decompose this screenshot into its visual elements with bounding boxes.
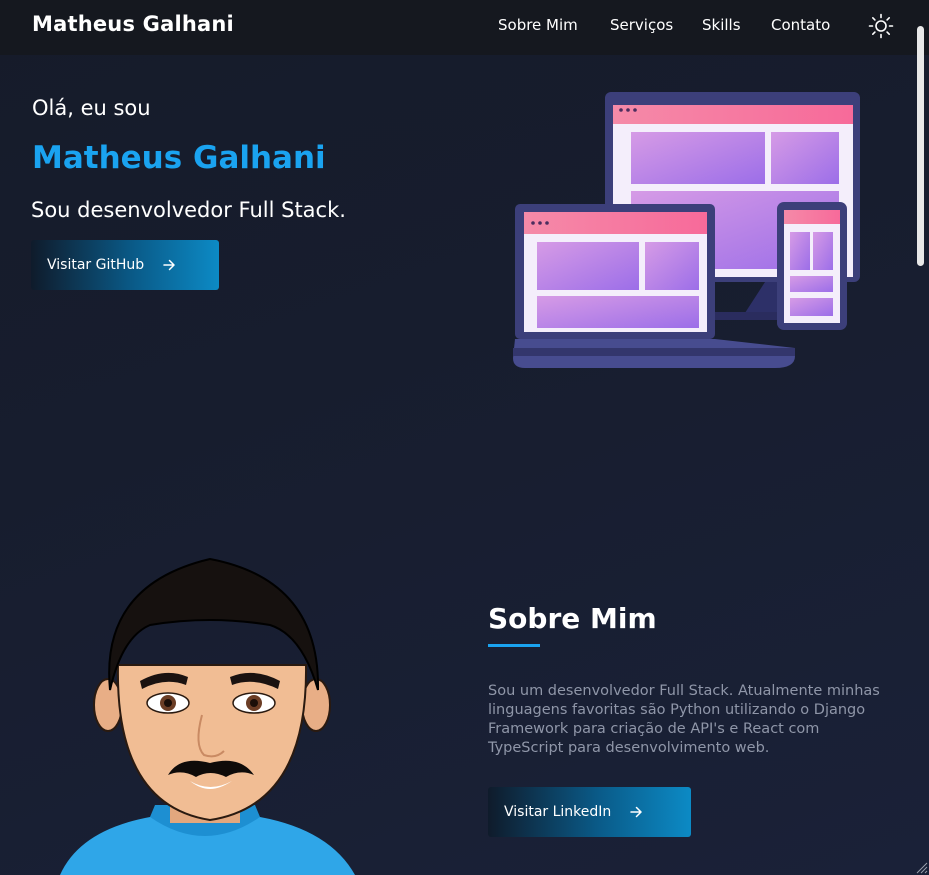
nav-link-skills[interactable]: Skills bbox=[702, 16, 741, 34]
resize-grip-icon[interactable] bbox=[914, 860, 928, 874]
visit-github-button[interactable]: Visitar GitHub bbox=[31, 240, 219, 290]
devices-illustration bbox=[513, 92, 860, 368]
arrow-right-icon bbox=[163, 259, 175, 271]
theme-toggle-button[interactable] bbox=[868, 13, 894, 39]
avatar-illustration bbox=[60, 557, 355, 875]
about-title-underline bbox=[488, 644, 540, 647]
visit-linkedin-button[interactable]: Visitar LinkedIn bbox=[488, 787, 691, 837]
hero-greeting: Olá, eu sou bbox=[32, 96, 151, 120]
brand-logo[interactable]: Matheus Galhani bbox=[32, 12, 234, 36]
nav-link-sobre-mim[interactable]: Sobre Mim bbox=[498, 16, 578, 34]
navbar: Matheus Galhani Sobre Mim Serviços Skill… bbox=[0, 0, 929, 55]
hero-name: Matheus Galhani bbox=[32, 140, 326, 176]
about-description: Sou um desenvolvedor Full Stack. Atualme… bbox=[488, 683, 880, 756]
sun-icon bbox=[868, 13, 894, 39]
visit-github-label: Visitar GitHub bbox=[47, 257, 145, 273]
about-title: Sobre Mim bbox=[488, 602, 657, 635]
nav-link-contato[interactable]: Contato bbox=[771, 16, 830, 34]
hero-role: Sou desenvolvedor Full Stack. bbox=[31, 198, 346, 222]
nav-link-servicos[interactable]: Serviços bbox=[610, 16, 673, 34]
arrow-right-icon bbox=[630, 806, 643, 818]
visit-linkedin-label: Visitar LinkedIn bbox=[504, 804, 612, 820]
scrollbar-thumb[interactable] bbox=[917, 26, 924, 266]
